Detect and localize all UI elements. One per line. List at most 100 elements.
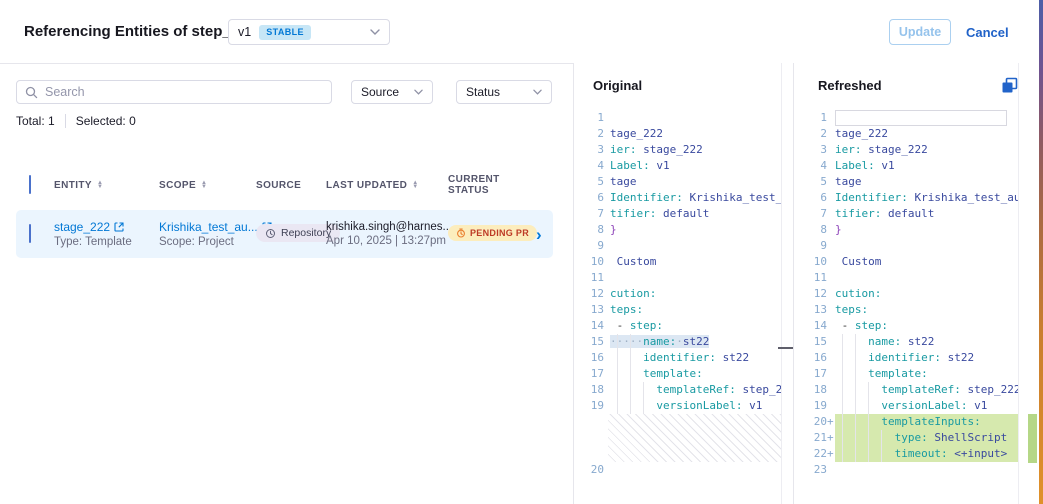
indent-guide <box>643 382 644 398</box>
line-content: ier: stage_222 <box>835 142 1018 158</box>
line-content <box>610 270 781 286</box>
code-line-4: 4 Label: v1 <box>793 158 1018 174</box>
diff-marker <box>827 110 835 126</box>
line-content: } <box>610 222 781 238</box>
line-number: 6 <box>793 190 827 206</box>
diff-marker <box>827 206 835 222</box>
indent-guide <box>630 350 631 366</box>
line-content: tage_222 <box>835 126 1018 142</box>
search-input[interactable] <box>45 85 323 99</box>
status-filter-dropdown[interactable]: Status <box>456 80 552 104</box>
indent-guide <box>842 446 843 462</box>
diff-marker <box>827 286 835 302</box>
column-header-entity[interactable]: ENTITY ▲▼ <box>54 180 159 191</box>
table-row[interactable]: stage_222 Type: Template Krishika_test_a… <box>16 210 553 258</box>
code-line-4: 4Label: v1 <box>578 158 781 174</box>
code-line-9: 9 <box>793 238 1018 254</box>
modified-segment: ·····name:·st22 <box>610 335 709 348</box>
page-edge-gradient <box>1039 0 1043 504</box>
result-counts: Total: 1 Selected: 0 <box>16 114 136 128</box>
sort-icon: ▲▼ <box>201 181 207 189</box>
original-code-pane[interactable]: 12tage_2223ier: stage_2224Label: v15tage… <box>578 110 781 478</box>
entity-link[interactable]: stage_222 <box>54 220 110 234</box>
source-filter-label: Source <box>361 85 399 99</box>
line-number: 22 <box>793 446 827 462</box>
column-header-source: SOURCE <box>256 180 326 191</box>
code-line-15: 15·····name:·st22 <box>578 334 781 350</box>
row-checkbox[interactable] <box>29 224 31 243</box>
cancel-button[interactable]: Cancel <box>966 19 1009 45</box>
line-number: 10 <box>578 254 604 270</box>
code-line-19: 19 versionLabel: v1 <box>793 398 1018 414</box>
chevron-down-icon <box>414 89 423 95</box>
external-link-icon[interactable] <box>114 222 124 232</box>
line-content <box>835 270 1018 286</box>
diff-marker <box>827 462 835 478</box>
line-number: 2 <box>578 126 604 142</box>
code-line-7: 7tifier: default <box>793 206 1018 222</box>
diff-marker <box>827 254 835 270</box>
line-number: 19 <box>578 398 604 414</box>
search-icon <box>25 86 38 99</box>
indent-guide <box>855 414 856 430</box>
indent-guide <box>868 446 869 462</box>
refreshed-code-pane[interactable]: 12tage_2223ier: stage_2224Label: v15tage… <box>793 110 1018 478</box>
line-number: 17 <box>578 366 604 382</box>
line-content: Identifier: Krishika_test_aut <box>835 190 1018 206</box>
code-line-23: 23 <box>793 462 1018 478</box>
updated-at: Apr 10, 2025 | 13:27pm <box>326 235 448 247</box>
code-line-5: 5tage <box>793 174 1018 190</box>
indent-guide <box>842 398 843 414</box>
line-content: templateRef: step_222 <box>835 382 1018 398</box>
diff-marker: + <box>827 414 835 430</box>
current-line-highlight <box>835 110 1007 126</box>
code-line-16: 16 identifier: st22 <box>578 350 781 366</box>
source-filter-dropdown[interactable]: Source <box>351 80 433 104</box>
indent-guide <box>868 398 869 414</box>
search-box[interactable] <box>16 80 332 104</box>
page-title: Referencing Entities of step_222 <box>24 23 256 40</box>
code-line-10: 10 Custom <box>793 254 1018 270</box>
code-line-6: 6 Identifier: Krishika_test_aut <box>793 190 1018 206</box>
indent-guide <box>881 430 882 446</box>
diff-marker <box>827 366 835 382</box>
select-all-checkbox[interactable] <box>29 175 31 194</box>
indent-guide <box>868 414 869 430</box>
line-number: 4 <box>578 158 604 174</box>
diff-marker <box>827 318 835 334</box>
code-line-9: 9 <box>578 238 781 254</box>
column-header-scope[interactable]: SCOPE ▲▼ <box>159 180 256 191</box>
line-content: teps: <box>610 302 781 318</box>
original-pane-edge <box>781 63 782 504</box>
line-number: 10 <box>793 254 827 270</box>
line-content: template: <box>835 366 1018 382</box>
line-content: tage_222 <box>610 126 781 142</box>
code-line-19: 19 versionLabel: v1 <box>578 398 781 414</box>
code-line-8: 8} <box>578 222 781 238</box>
line-content: } <box>835 222 1018 238</box>
diff-placeholder-hatch <box>608 414 781 462</box>
diff-marker <box>827 126 835 142</box>
code-line-13: 13teps: <box>578 302 781 318</box>
line-content <box>610 238 781 254</box>
column-header-last-updated[interactable]: LAST UPDATED ▲▼ <box>326 180 448 191</box>
scope-link[interactable]: Krishika_test_au... <box>159 220 258 234</box>
code-line-11: 11 <box>793 270 1018 286</box>
version-select[interactable]: v1 STABLE <box>228 19 390 45</box>
row-expand-chevron-icon[interactable]: › <box>534 226 553 243</box>
line-number: 5 <box>578 174 604 190</box>
line-number: 4 <box>793 158 827 174</box>
diff-marker <box>827 238 835 254</box>
overview-ruler-added-mark <box>1028 414 1037 463</box>
code-line-17: 17 template: <box>793 366 1018 382</box>
line-number: 3 <box>578 142 604 158</box>
copy-icon[interactable] <box>1001 77 1018 94</box>
table-header: ENTITY ▲▼ SCOPE ▲▼ SOURCE LAST UPDATED ▲… <box>16 172 553 198</box>
line-number: 8 <box>793 222 827 238</box>
code-line-21: 21+ type: ShellScript <box>793 430 1018 446</box>
indent-guide <box>617 382 618 398</box>
line-content <box>835 462 1018 478</box>
indent-guide <box>855 366 856 382</box>
update-button[interactable]: Update <box>889 19 951 45</box>
line-content: Label: v1 <box>835 158 1018 174</box>
